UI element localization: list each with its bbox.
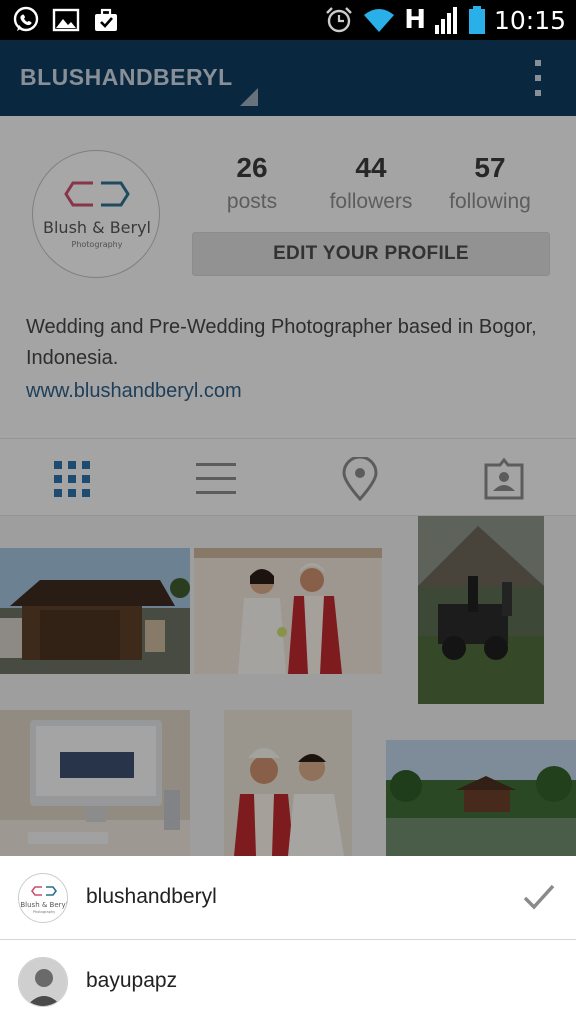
dropdown-indicator-icon[interactable] bbox=[240, 88, 258, 106]
account-username: blushandberyl bbox=[86, 885, 217, 908]
account-row-blushandberyl[interactable]: Blush & Beryl Photography blushandberyl bbox=[0, 856, 576, 940]
profile-header: Blush & Beryl Photography 26 posts 44 fo… bbox=[0, 116, 576, 438]
edit-profile-button[interactable]: EDIT YOUR PROFILE bbox=[192, 232, 550, 276]
list-icon[interactable] bbox=[194, 457, 238, 501]
status-bar: H 10:15 bbox=[0, 0, 576, 40]
checkmark-icon bbox=[523, 884, 555, 910]
account-avatar-blushandberyl: Blush & Beryl Photography bbox=[18, 873, 68, 923]
account-avatar-subtext: Photography bbox=[33, 910, 55, 914]
account-avatar-bayupapz bbox=[18, 957, 68, 1007]
logo-subtext: Photography bbox=[72, 240, 123, 249]
more-vert-icon[interactable] bbox=[530, 60, 546, 96]
following-count: 57 bbox=[474, 152, 506, 183]
photo-house-gate[interactable] bbox=[0, 548, 190, 674]
briefcase-icon bbox=[95, 8, 117, 31]
location-pin-icon[interactable] bbox=[338, 457, 382, 501]
stat-following[interactable]: 57 following bbox=[430, 152, 550, 214]
network-type: H bbox=[404, 5, 426, 35]
signal-icon bbox=[434, 7, 457, 34]
account-username: bayupapz bbox=[86, 969, 178, 992]
photo-jeep-couple[interactable] bbox=[418, 516, 544, 704]
logo-image: Blush & Beryl Photography bbox=[43, 181, 151, 249]
photo-pond-pavilion[interactable] bbox=[386, 740, 576, 856]
clock: 10:15 bbox=[493, 5, 566, 35]
following-label: following bbox=[449, 190, 531, 213]
account-avatar-text: Blush & Beryl bbox=[20, 901, 67, 909]
photo-wedding-couple-2[interactable] bbox=[224, 710, 352, 856]
stat-posts[interactable]: 26 posts bbox=[192, 152, 312, 214]
account-switcher-sheet: Blush & Beryl Photography blushandberyl … bbox=[0, 856, 576, 1024]
battery-icon bbox=[468, 6, 485, 34]
alarm-icon bbox=[326, 7, 353, 33]
image-icon bbox=[52, 8, 80, 32]
view-tabs bbox=[0, 438, 576, 516]
photo-grid bbox=[0, 516, 576, 856]
photo-desk-imac[interactable] bbox=[0, 710, 190, 856]
tagged-person-icon[interactable] bbox=[482, 457, 526, 501]
profile-website-link[interactable]: www.blushandberyl.com bbox=[26, 380, 242, 403]
profile-avatar[interactable]: Blush & Beryl Photography bbox=[32, 150, 160, 278]
photo-wedding-couple-1[interactable] bbox=[194, 548, 382, 674]
stat-followers[interactable]: 44 followers bbox=[311, 152, 431, 214]
posts-label: posts bbox=[226, 190, 278, 213]
posts-count: 26 bbox=[236, 152, 268, 183]
logo-text: Blush & Beryl bbox=[43, 218, 151, 237]
grid-icon[interactable] bbox=[50, 457, 94, 501]
whatsapp-icon bbox=[13, 6, 39, 32]
account-row-bayupapz[interactable]: bayupapz bbox=[0, 940, 576, 1024]
account-switcher-title[interactable]: BLUSHANDBERYL bbox=[20, 64, 233, 91]
followers-label: followers bbox=[329, 190, 413, 213]
followers-count: 44 bbox=[355, 152, 387, 183]
profile-bio: Wedding and Pre-Wedding Photographer bas… bbox=[26, 316, 537, 369]
app-bar: BLUSHANDBERYL bbox=[0, 40, 576, 116]
wifi-icon bbox=[364, 9, 395, 32]
